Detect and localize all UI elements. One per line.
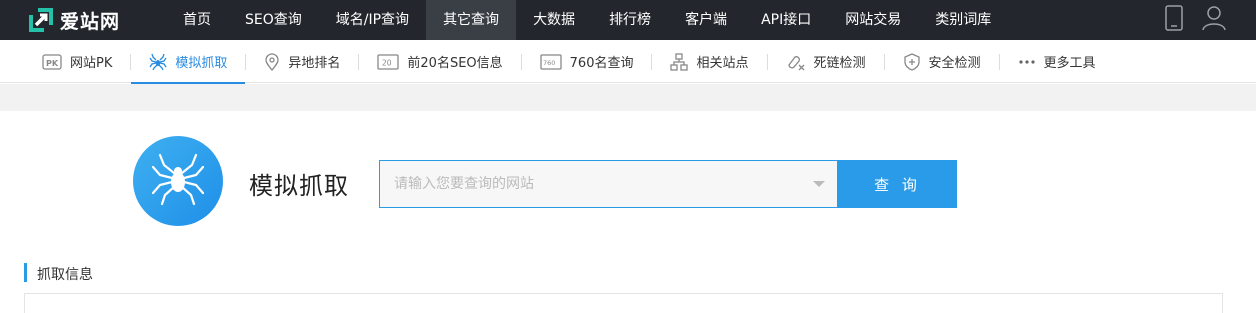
- svg-text:20: 20: [382, 58, 392, 67]
- subnav-item[interactable]: 760 760名查询: [522, 40, 652, 83]
- subnav-item[interactable]: 相关站点: [652, 40, 766, 83]
- broken-link-icon: [786, 53, 806, 71]
- page-title: 模拟抓取: [249, 172, 349, 200]
- search-box: [379, 160, 838, 208]
- top-nav-item[interactable]: 域名/IP查询: [319, 0, 426, 40]
- tablet-icon[interactable]: [1164, 5, 1184, 35]
- subnav-item-label: 前20名SEO信息: [407, 56, 503, 71]
- top-nav-item[interactable]: 类别词库: [918, 0, 1008, 40]
- subnav-item-label: 安全检测: [928, 56, 981, 71]
- top-nav-item[interactable]: 网站交易: [828, 0, 918, 40]
- subnav-item-label: 异地排名: [288, 56, 341, 71]
- site-logo[interactable]: 爱站网: [28, 6, 120, 34]
- subnav-item[interactable]: PK 网站PK: [24, 40, 130, 83]
- search-button[interactable]: 查 询: [838, 160, 957, 208]
- spider-icon: [150, 151, 206, 211]
- spider-badge: [133, 136, 223, 226]
- rank760-icon: 760: [540, 53, 562, 70]
- top-nav-item[interactable]: 大数据: [516, 0, 592, 40]
- search-input[interactable]: [380, 161, 800, 207]
- divider-band: [0, 84, 1256, 111]
- shield-icon: [903, 52, 921, 71]
- logo-mark-icon: [28, 7, 54, 33]
- logo-text: 爱站网: [60, 10, 121, 33]
- top-nav-menu: 首页 SEO查询 域名/IP查询 其它查询 大数据 排行榜 客户端 API接口 网站交易 类别词库: [166, 0, 1008, 40]
- user-icon[interactable]: [1202, 5, 1226, 35]
- svg-text:760: 760: [543, 59, 555, 67]
- subnav-item-label: 相关站点: [696, 56, 749, 71]
- spider-icon: [149, 53, 167, 71]
- subnav-item[interactable]: 模拟抓取: [131, 40, 246, 84]
- subnav-item-label: 模拟抓取: [175, 56, 228, 71]
- top-nav-item[interactable]: 其它查询: [426, 0, 517, 40]
- tools-subnav: PK 网站PK 模拟抓取 异地排名 20 前20名SEO信息 760 760名查询 相关站点 死链…: [0, 40, 1256, 84]
- subnav-item-label: 更多工具: [1043, 56, 1096, 71]
- subnav-item[interactable]: 更多工具: [1000, 40, 1114, 83]
- top-nav-item[interactable]: API接口: [744, 0, 828, 40]
- subnav-item-label: 死链检测: [813, 56, 866, 71]
- subnav-item[interactable]: 安全检测: [885, 40, 999, 83]
- subnav-item[interactable]: 死链检测: [768, 40, 884, 83]
- more-icon: [1018, 59, 1036, 65]
- location-pin-icon: [264, 52, 280, 71]
- svg-text:PK: PK: [46, 59, 59, 68]
- subnav-item-label: 760名查询: [569, 56, 634, 71]
- crawl-info-panel: [24, 293, 1223, 313]
- top20-icon: 20: [377, 53, 400, 70]
- section-title: 抓取信息: [37, 267, 93, 283]
- top-nav-item[interactable]: 排行榜: [592, 0, 668, 40]
- top-nav-item[interactable]: 首页: [166, 0, 228, 40]
- top-nav-item[interactable]: SEO查询: [228, 0, 319, 40]
- tools-subnav-menu: PK 网站PK 模拟抓取 异地排名 20 前20名SEO信息 760 760名查询 相关站点 死链…: [24, 40, 1114, 84]
- subnav-item-label: 网站PK: [70, 56, 113, 71]
- pk-icon: PK: [42, 53, 62, 70]
- dropdown-arrow-icon[interactable]: [813, 181, 825, 187]
- top-nav-right: [1164, 5, 1226, 35]
- top-nav-item[interactable]: 客户端: [668, 0, 744, 40]
- top-navigation: 爱站网 首页 SEO查询 域名/IP查询 其它查询 大数据 排行榜 客户端 API接口 网站交易…: [0, 0, 1256, 40]
- sitemap-icon: [670, 52, 689, 71]
- subnav-item[interactable]: 20 前20名SEO信息: [359, 40, 520, 83]
- subnav-item[interactable]: 异地排名: [246, 40, 358, 83]
- section-accent-bar: [24, 263, 27, 282]
